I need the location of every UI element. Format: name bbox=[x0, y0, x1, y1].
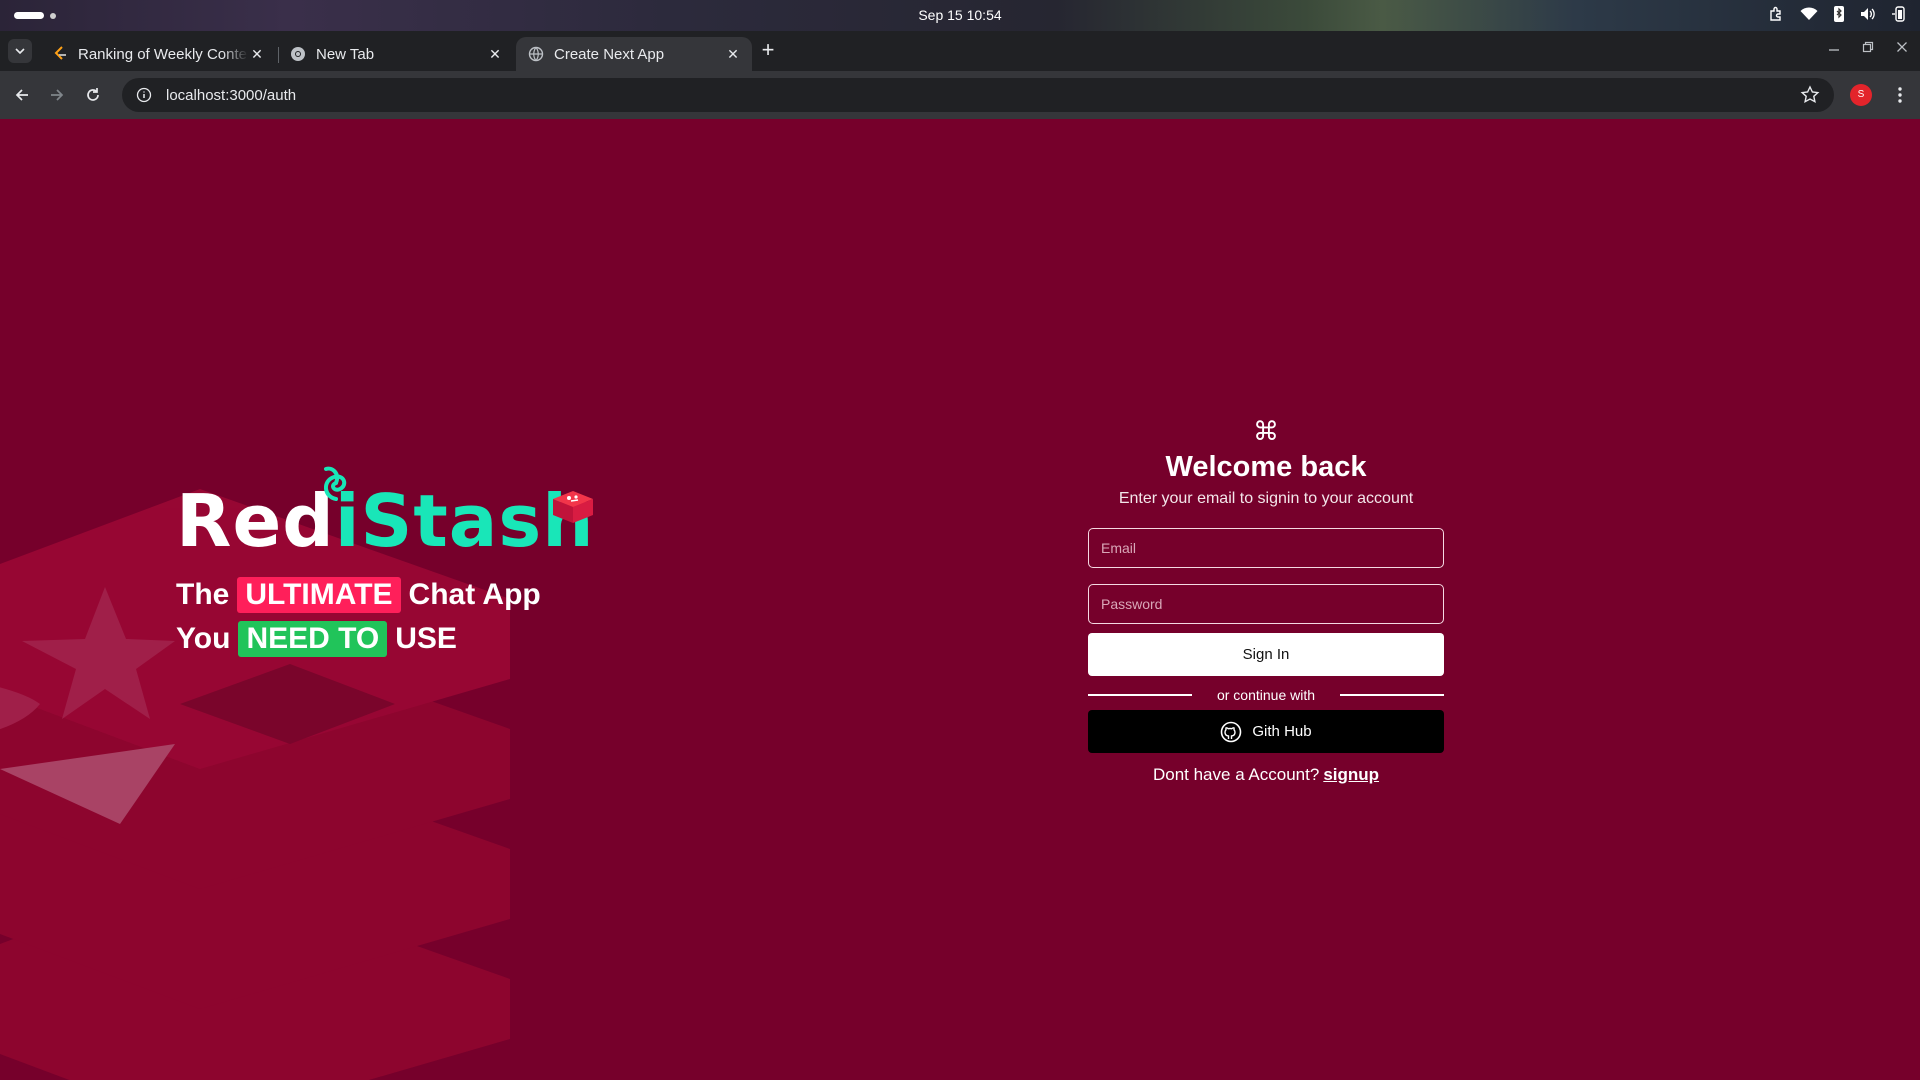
os-clock[interactable]: Sep 15 10:54 bbox=[0, 7, 1920, 23]
reload-icon[interactable] bbox=[83, 85, 103, 105]
tagline-text: The bbox=[176, 578, 230, 611]
password-field[interactable] bbox=[1088, 584, 1444, 624]
browser-menu-icon[interactable] bbox=[1890, 85, 1910, 105]
leetcode-icon bbox=[52, 46, 68, 62]
volume-icon[interactable] bbox=[1860, 7, 1876, 21]
chrome-icon bbox=[290, 46, 306, 62]
globe-icon bbox=[528, 46, 544, 62]
brand-name-part1: Red bbox=[176, 479, 335, 563]
welcome-subtitle: Enter your email to signin to your accou… bbox=[1118, 490, 1414, 507]
new-tab-button[interactable]: + bbox=[758, 39, 778, 61]
or-divider: or continue with bbox=[1088, 686, 1444, 704]
tab-title: Ranking of Weekly Conte bbox=[78, 45, 247, 63]
close-window-icon[interactable] bbox=[1896, 40, 1908, 56]
sign-in-button[interactable]: Sign In bbox=[1088, 633, 1444, 676]
brand-logo-text: RediStash bbox=[176, 479, 594, 563]
tagline-text: USE bbox=[395, 622, 457, 655]
bluetooth-icon[interactable] bbox=[1834, 6, 1844, 22]
signup-prompt: Dont have a Account? signup bbox=[1088, 765, 1444, 785]
minimize-icon[interactable] bbox=[1828, 40, 1840, 56]
wifi-icon[interactable] bbox=[1800, 7, 1818, 21]
close-tab-icon[interactable]: ✕ bbox=[486, 45, 504, 63]
tagline-line-1: The ULTIMATE Chat App bbox=[176, 577, 541, 613]
system-tray[interactable] bbox=[1768, 6, 1906, 22]
divider-line bbox=[1340, 694, 1444, 696]
tab-ranking[interactable]: Ranking of Weekly Conte ✕ bbox=[40, 37, 276, 71]
tagline-line-2: You NEED TO USE bbox=[176, 621, 457, 657]
browser-toolbar: localhost:3000/auth S bbox=[0, 71, 1920, 119]
github-login-button[interactable]: Gith Hub bbox=[1088, 710, 1444, 753]
login-form: ⌘ Welcome back Enter your email to signi… bbox=[1088, 419, 1444, 785]
tab-title: New Tab bbox=[316, 45, 375, 63]
close-tab-icon[interactable]: ✕ bbox=[248, 45, 266, 63]
url-text[interactable]: localhost:3000/auth bbox=[166, 87, 1800, 104]
battery-icon[interactable] bbox=[1892, 6, 1906, 22]
tagline-text: You bbox=[176, 622, 231, 655]
tab-search-button[interactable] bbox=[8, 39, 32, 63]
divider-text: or continue with bbox=[1216, 687, 1316, 703]
tab-title: Create Next App bbox=[554, 45, 665, 63]
tab-create-next-app[interactable]: Create Next App ✕ bbox=[516, 37, 752, 71]
brand-block: RediStash The ULTIMATE Chat App You NEED… bbox=[176, 466, 616, 699]
command-icon: ⌘ bbox=[1253, 417, 1279, 447]
tagline-highlight-need-to: NEED TO bbox=[238, 621, 388, 657]
extension-icon[interactable] bbox=[1768, 6, 1784, 22]
chevron-down-icon bbox=[15, 48, 25, 54]
tab-new-tab[interactable]: New Tab ✕ bbox=[278, 37, 514, 71]
window-controls bbox=[1828, 40, 1908, 56]
site-info-icon[interactable] bbox=[136, 87, 152, 103]
signup-prompt-text: Dont have a Account? bbox=[1152, 765, 1320, 784]
forward-icon[interactable] bbox=[47, 85, 67, 105]
email-field[interactable] bbox=[1088, 528, 1444, 568]
address-bar[interactable]: localhost:3000/auth bbox=[122, 78, 1834, 112]
redis-cube-icon bbox=[553, 491, 593, 523]
github-label: Gith Hub bbox=[1252, 723, 1312, 740]
auth-page: RediStash The ULTIMATE Chat App You NEED… bbox=[0, 119, 1920, 1080]
swirl-icon bbox=[324, 466, 347, 501]
tagline-highlight-ultimate: ULTIMATE bbox=[237, 577, 401, 613]
github-icon bbox=[1221, 721, 1242, 742]
signup-link[interactable]: signup bbox=[1323, 765, 1379, 784]
os-top-bar: Sep 15 10:54 bbox=[0, 0, 1920, 31]
tagline-text: Chat App bbox=[408, 578, 541, 611]
divider-line bbox=[1088, 694, 1192, 696]
bookmark-star-icon[interactable] bbox=[1800, 85, 1820, 105]
close-tab-icon[interactable]: ✕ bbox=[724, 45, 742, 63]
browser-tabstrip: Ranking of Weekly Conte ✕ New Tab ✕ Crea… bbox=[0, 31, 1920, 71]
profile-avatar[interactable]: S bbox=[1850, 84, 1872, 106]
restore-icon[interactable] bbox=[1862, 40, 1874, 56]
welcome-title: Welcome back bbox=[1165, 451, 1367, 483]
back-icon[interactable] bbox=[12, 85, 32, 105]
